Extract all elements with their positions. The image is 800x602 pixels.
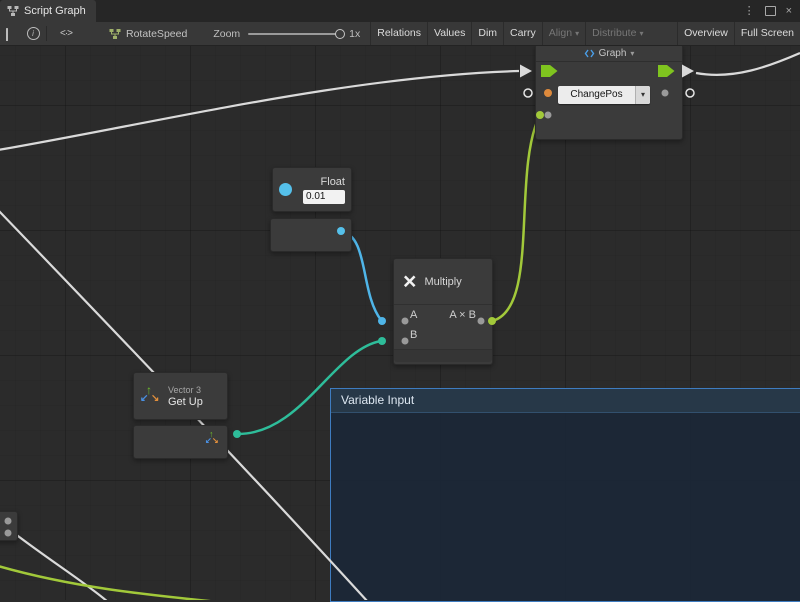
multiply-title: Multiply xyxy=(424,276,461,288)
node-float-literal[interactable]: Float 0.01 xyxy=(272,167,352,212)
info-button[interactable]: i xyxy=(22,22,44,45)
close-icon[interactable]: × xyxy=(786,0,792,22)
variable-dropdown[interactable]: ChangePos ▾ xyxy=(558,86,650,104)
vector3-icon: ↑ ↙ ↘ xyxy=(141,386,161,406)
multiply-footer xyxy=(394,349,492,362)
tabbar-spacer xyxy=(96,0,744,22)
distribute-label: Distribute xyxy=(592,22,636,45)
lock-icon xyxy=(6,29,16,41)
align-label: Align xyxy=(549,22,572,45)
toolbar-separator xyxy=(46,26,47,41)
caret-down-icon: ▾ xyxy=(630,49,634,58)
values-button[interactable]: Values xyxy=(427,22,471,45)
node-float-literal-ports[interactable] xyxy=(270,218,352,252)
float-type-icon xyxy=(279,183,292,196)
group-title: Variable Input xyxy=(341,393,414,407)
vector3-title: Get Up xyxy=(168,396,203,408)
edit-graph-icon: <·> xyxy=(54,28,78,39)
tab-script-graph[interactable]: Script Graph xyxy=(0,0,96,22)
lock-button[interactable] xyxy=(0,22,22,45)
group-variable-input[interactable]: Variable Input xyxy=(330,388,800,602)
dim-button[interactable]: Dim xyxy=(471,22,503,45)
node-vector3-get-up[interactable]: ↑ ↙ ↘ Vector 3 Get Up xyxy=(133,372,228,420)
menu-icon[interactable]: ⋮ xyxy=(744,0,755,22)
caret-down-icon: ▾ xyxy=(575,22,579,45)
caret-down-icon: ▾ xyxy=(635,86,650,104)
group-title-bar[interactable]: Variable Input xyxy=(331,389,800,413)
float-node-title: Float xyxy=(321,176,345,188)
vector3-output-port-icon[interactable]: ↑ ↙ ↘ xyxy=(205,433,219,447)
window-controls: ⋮ × xyxy=(744,0,800,22)
node-multiply[interactable]: × Multiply A A × B B xyxy=(393,258,493,365)
graph-unit-title: Graph xyxy=(599,48,627,59)
multiply-row-2: B xyxy=(394,325,492,345)
zoom-slider[interactable] xyxy=(248,33,340,35)
se-arrow-icon: ↘ xyxy=(212,436,219,445)
breadcrumb-label: RotateSpeed xyxy=(126,28,187,40)
zoom-control: Zoom 1x xyxy=(213,28,360,40)
graph-toolbar: i <·> RotateSpeed Zoom 1x Relations Valu… xyxy=(0,22,800,46)
tab-label: Script Graph xyxy=(24,5,86,17)
node-vector3-ports[interactable]: ↑ ↙ ↘ xyxy=(133,425,228,459)
multiply-header[interactable]: × Multiply xyxy=(394,259,492,305)
float-value-field[interactable]: 0.01 xyxy=(303,190,345,204)
port-b-label: B xyxy=(410,325,417,345)
zoom-label: Zoom xyxy=(213,28,240,40)
carry-label: Carry xyxy=(510,22,536,45)
relations-label: Relations xyxy=(377,22,421,45)
toolbar-buttons: Relations Values Dim Carry Align ▾ Distr… xyxy=(370,22,800,45)
distribute-button[interactable]: Distribute ▾ xyxy=(585,22,649,45)
tab-bar: Script Graph ⋮ × xyxy=(0,0,800,23)
sw-arrow-icon: ↙ xyxy=(205,436,212,445)
vector3-type-label: Vector 3 xyxy=(168,385,203,395)
variable-dropdown-value: ChangePos xyxy=(558,86,635,104)
port-result-label: A × B xyxy=(449,305,476,325)
relations-button[interactable]: Relations xyxy=(370,22,427,45)
se-arrow-icon: ↘ xyxy=(151,393,159,404)
info-icon: i xyxy=(27,27,40,40)
dim-label: Dim xyxy=(478,22,497,45)
zoom-slider-handle[interactable] xyxy=(335,29,345,39)
zoom-value: 1x xyxy=(349,28,360,40)
sw-arrow-icon: ↙ xyxy=(140,393,148,404)
graph-asset-icon xyxy=(109,28,121,40)
multiply-icon: × xyxy=(403,270,416,293)
port-a-label: A xyxy=(410,305,417,325)
fullscreen-label: Full Screen xyxy=(741,22,794,45)
float-window-icon[interactable] xyxy=(765,6,776,16)
graph-unit-title-bar[interactable]: Graph ▾ xyxy=(536,45,682,62)
fullscreen-button[interactable]: Full Screen xyxy=(734,22,800,45)
node-changepos-setter[interactable]: Graph ▾ ChangePos ▾ xyxy=(535,44,683,140)
multiply-row-1: A A × B xyxy=(394,305,492,325)
script-graph-icon xyxy=(7,5,19,17)
overview-button[interactable]: Overview xyxy=(677,22,734,45)
node-fragment-offscreen[interactable] xyxy=(0,511,18,541)
carry-button[interactable]: Carry xyxy=(503,22,542,45)
edit-graph-button[interactable]: <·> xyxy=(49,22,83,45)
values-label: Values xyxy=(434,22,465,45)
breadcrumb[interactable]: RotateSpeed xyxy=(109,28,187,40)
align-button[interactable]: Align ▾ xyxy=(542,22,585,45)
graph-unit-icon xyxy=(584,48,595,59)
overview-label: Overview xyxy=(684,22,728,45)
caret-down-icon: ▾ xyxy=(639,22,643,45)
